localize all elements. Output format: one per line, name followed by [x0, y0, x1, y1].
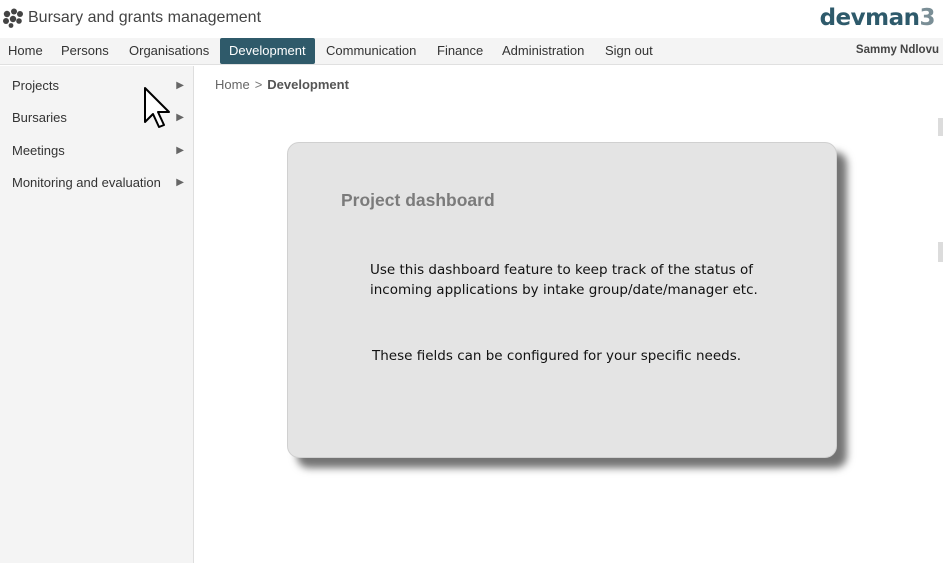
- scroll-mark: [938, 118, 943, 136]
- brand-suffix: 3: [919, 5, 935, 31]
- main-nav: Home Persons Organisations Development C…: [0, 38, 943, 65]
- breadcrumb-separator: >: [254, 77, 263, 92]
- triangle-right-icon: ▶: [176, 80, 184, 91]
- breadcrumb: Home > Development: [215, 77, 349, 92]
- card-title: Project dashboard: [341, 190, 495, 210]
- app-title: Bursary and grants management: [28, 9, 262, 26]
- nav-sign-out[interactable]: Sign out: [605, 38, 653, 65]
- nav-development[interactable]: Development: [220, 38, 315, 64]
- sidebar-item-label: Bursaries: [12, 110, 67, 125]
- sidebar-item-monitoring-and-evaluation[interactable]: Monitoring and evaluation ▶: [12, 173, 188, 193]
- sidebar-item-label: Projects: [12, 78, 59, 93]
- triangle-right-icon: ▶: [176, 112, 184, 123]
- top-bar: Bursary and grants management devman3: [0, 0, 943, 38]
- nav-persons[interactable]: Persons: [61, 38, 109, 65]
- project-dashboard-card: Project dashboard Use this dashboard fea…: [287, 142, 837, 458]
- nav-organisations[interactable]: Organisations: [129, 38, 209, 65]
- card-text-line-3: These fields can be configured for your …: [372, 348, 742, 364]
- sidebar-item-label: Monitoring and evaluation: [12, 175, 161, 190]
- triangle-right-icon: ▶: [176, 177, 184, 188]
- sidebar-item-label: Meetings: [12, 143, 65, 158]
- breadcrumb-home[interactable]: Home: [215, 77, 250, 92]
- mouse-pointer-icon: [144, 87, 170, 128]
- triangle-right-icon: ▶: [176, 145, 184, 156]
- nav-home[interactable]: Home: [8, 38, 43, 65]
- nav-administration[interactable]: Administration: [502, 38, 584, 65]
- app-logo-icon: [3, 8, 23, 28]
- card-text-line-1: Use this dashboard feature to keep track…: [370, 262, 754, 278]
- sidebar: Projects ▶ Bursaries ▶ Meetings ▶ Monito…: [0, 66, 194, 563]
- sidebar-item-meetings[interactable]: Meetings ▶: [12, 141, 188, 161]
- nav-finance[interactable]: Finance: [437, 38, 483, 65]
- scroll-mark: [938, 242, 943, 262]
- brand-logo: devman3: [819, 5, 936, 31]
- user-name[interactable]: Sammy Ndlovu: [856, 38, 939, 63]
- breadcrumb-current: Development: [267, 77, 349, 92]
- card-text-line-2: incoming applications by intake group/da…: [370, 282, 758, 298]
- brand-main: devman: [819, 5, 920, 31]
- nav-communication[interactable]: Communication: [326, 38, 416, 65]
